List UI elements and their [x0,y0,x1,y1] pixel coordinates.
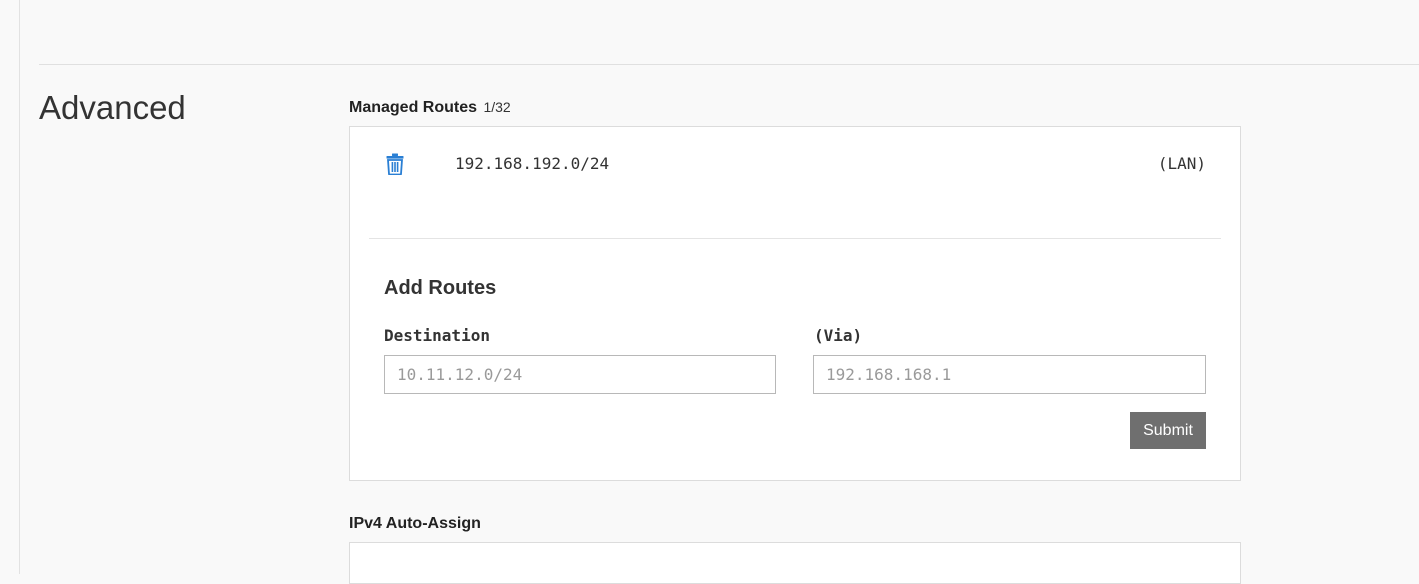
route-destination: 192.168.192.0/24 [455,154,610,173]
via-label: (Via) [814,326,863,345]
via-input[interactable] [813,355,1206,394]
section-title: Advanced [39,89,186,126]
left-border [19,0,20,574]
submit-button[interactable]: Submit [1130,412,1206,449]
add-routes-title: Add Routes [384,277,497,299]
section-divider [39,64,1419,65]
managed-routes-heading: Managed Routes 1/32 [349,97,511,118]
trash-icon[interactable] [386,153,404,176]
ipv4-auto-assign-heading: IPv4 Auto-Assign [349,515,481,532]
route-row: 192.168.192.0/24 (LAN) [350,127,1240,202]
destination-label: Destination [384,326,490,345]
managed-routes-label: Managed Routes [349,99,478,116]
route-via: (LAN) [1157,154,1206,173]
managed-routes-count: 1/32 [483,99,511,115]
ipv4-auto-assign-panel [349,542,1241,584]
panel-divider [369,238,1221,239]
managed-routes-panel: 192.168.192.0/24 (LAN) Add Routes Destin… [349,126,1241,481]
destination-input[interactable] [384,355,776,394]
